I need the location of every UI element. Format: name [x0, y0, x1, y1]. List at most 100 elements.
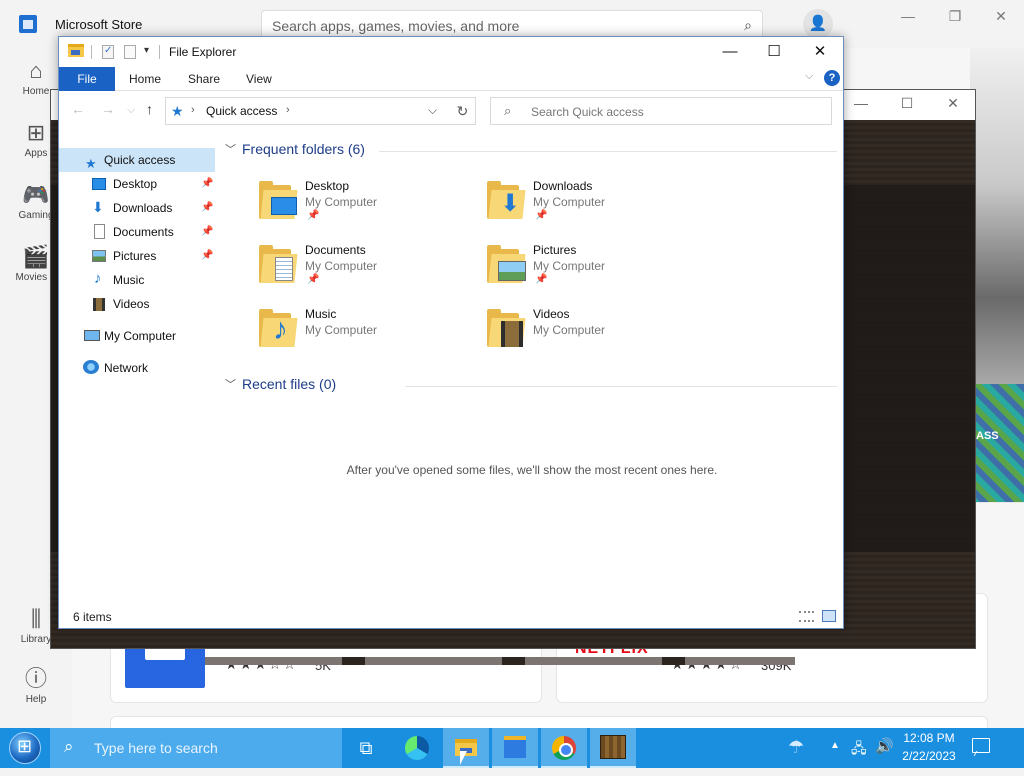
folder-tile-downloads[interactable]: ⬇ Downloads My Computer 📌: [487, 177, 707, 233]
clock-date[interactable]: 2/22/2023: [893, 749, 965, 763]
folder-tile-music[interactable]: ♪ Music My Computer: [259, 305, 479, 361]
maximize-button[interactable]: ☐: [751, 40, 797, 64]
explorer-titlebar: ▾ File Explorer — ☐ ✕: [59, 37, 843, 67]
forward-arrow-icon[interactable]: →: [101, 101, 115, 117]
tab-home[interactable]: Home: [129, 67, 161, 91]
recent-files-header[interactable]: ﹀ Recent files (0): [225, 376, 336, 393]
nav-item-label: My Computer: [104, 329, 177, 343]
nav-item-label: Network: [104, 361, 149, 375]
ribbon-tabs: File Home Share View ⌵ ?: [59, 67, 843, 91]
qat-dropdown-icon[interactable]: ▾: [144, 45, 149, 56]
store-nav-label: Help: [25, 694, 47, 705]
start-button[interactable]: [5, 730, 45, 766]
large-icons-view-icon[interactable]: [822, 610, 836, 622]
recent-locations-chevron-icon[interactable]: ⌵: [127, 104, 135, 117]
game-menu-buttons[interactable]: [205, 657, 795, 665]
search-input[interactable]: ⌕ Search Quick access: [490, 97, 832, 125]
minimize-button[interactable]: —: [707, 40, 753, 64]
store-maximize-button[interactable]: ❐: [940, 8, 970, 25]
show-hidden-icons-chevron-icon[interactable]: ▲: [830, 740, 840, 751]
downloads-icon: ⬇: [92, 199, 104, 215]
game-close-button[interactable]: ✕: [933, 95, 973, 112]
music-folder-icon: ♪: [259, 307, 299, 347]
edge-icon: [405, 736, 429, 760]
file-explorer-icon: [68, 44, 84, 57]
game-taskbar-button[interactable]: [590, 728, 636, 768]
collapse-chevron-icon[interactable]: ﹀: [225, 141, 236, 157]
address-bar[interactable]: ★ › Quick access › ⌵: [165, 97, 476, 125]
help-icon[interactable]: ?: [824, 70, 840, 86]
videos-icon: [93, 298, 105, 311]
breadcrumb-quick-access[interactable]: Quick access: [206, 104, 277, 118]
up-arrow-icon[interactable]: ↑: [146, 101, 153, 117]
store-nav-help[interactable]: ⓘ Help: [0, 666, 72, 705]
properties-icon[interactable]: [102, 45, 114, 59]
user-avatar-icon[interactable]: 👤: [803, 9, 833, 39]
folder-tile-desktop[interactable]: Desktop My Computer 📌: [259, 177, 479, 233]
nav-item-music[interactable]: ♪ Music: [59, 268, 215, 292]
nav-item-videos[interactable]: Videos: [59, 292, 215, 316]
nav-item-desktop[interactable]: Desktop 📌: [59, 172, 215, 196]
pin-icon[interactable]: 📌: [201, 196, 213, 220]
nav-item-network[interactable]: Network: [59, 356, 215, 380]
pin-icon: 📌: [535, 210, 548, 221]
nav-item-documents[interactable]: Documents 📌: [59, 220, 215, 244]
store-search-placeholder: Search apps, games, movies, and more: [272, 18, 520, 34]
tab-view[interactable]: View: [246, 67, 272, 91]
store-icon: [504, 736, 526, 758]
qat-separator: [91, 45, 92, 59]
store-minimize-button[interactable]: —: [893, 8, 923, 24]
close-button[interactable]: ✕: [797, 40, 843, 64]
details-view-icon[interactable]: [799, 611, 814, 622]
taskbar-search-box[interactable]: ⌕ Type here to search: [50, 728, 342, 768]
notifications-icon[interactable]: [972, 738, 990, 753]
back-arrow-icon[interactable]: ←: [71, 101, 85, 117]
tab-share[interactable]: Share: [188, 67, 220, 91]
weather-icon[interactable]: ☂: [788, 737, 804, 758]
folder-tile-videos[interactable]: Videos My Computer: [487, 305, 707, 361]
nav-item-quick-access[interactable]: ★ Quick access: [59, 148, 215, 172]
breadcrumb-chevron-icon[interactable]: ›: [191, 104, 195, 116]
game-minimize-button[interactable]: —: [841, 95, 881, 111]
breadcrumb-chevron-icon[interactable]: ›: [286, 104, 290, 116]
new-folder-icon[interactable]: [124, 45, 136, 59]
volume-icon[interactable]: 🔊: [875, 737, 894, 755]
game-maximize-button[interactable]: ☐: [887, 95, 927, 112]
chrome-taskbar-button[interactable]: [541, 728, 587, 768]
nav-item-pictures[interactable]: Pictures 📌: [59, 244, 215, 268]
refresh-icon[interactable]: ↻: [450, 97, 476, 125]
videos-folder-icon: [487, 307, 527, 347]
folder-name: Music: [305, 307, 337, 321]
folder-name: Videos: [533, 307, 570, 321]
edge-taskbar-button[interactable]: [394, 728, 440, 768]
tab-file[interactable]: File: [59, 67, 115, 91]
pin-icon: 📌: [307, 274, 320, 285]
pin-icon[interactable]: 📌: [201, 220, 213, 244]
clock-time[interactable]: 12:08 PM: [893, 731, 965, 745]
expand-ribbon-icon[interactable]: ⌵: [805, 70, 813, 83]
network-tray-icon[interactable]: 🖧: [851, 738, 867, 762]
desktop-icon: [92, 178, 106, 190]
store-taskbar-button[interactable]: [492, 728, 538, 768]
folder-tile-documents[interactable]: Documents My Computer 📌: [259, 241, 479, 297]
folder-tile-pictures[interactable]: Pictures My Computer 📌: [487, 241, 707, 297]
item-count: 6 items: [73, 610, 112, 624]
store-nav-label: Home: [22, 86, 50, 97]
task-view-button[interactable]: ⧉: [343, 728, 389, 768]
taskbar-search-placeholder: Type here to search: [94, 740, 218, 756]
folder-location: My Computer: [305, 259, 378, 273]
nav-item-my-computer[interactable]: My Computer: [59, 324, 215, 348]
folder-name: Documents: [305, 243, 366, 257]
group-divider: [379, 151, 837, 152]
chrome-icon: [552, 736, 576, 760]
pin-icon[interactable]: 📌: [201, 172, 213, 196]
desktop-folder-icon: [259, 179, 299, 219]
pin-icon[interactable]: 📌: [201, 244, 213, 268]
nav-item-downloads[interactable]: ⬇ Downloads 📌: [59, 196, 215, 220]
frequent-folders-header[interactable]: ﹀ Frequent folders (6): [225, 141, 365, 158]
address-dropdown-icon[interactable]: ⌵: [428, 103, 437, 118]
store-close-button[interactable]: ✕: [986, 8, 1016, 25]
collapse-chevron-icon[interactable]: ﹀: [225, 376, 236, 392]
search-icon[interactable]: ⌕: [744, 17, 752, 34]
window-title: File Explorer: [169, 45, 237, 59]
